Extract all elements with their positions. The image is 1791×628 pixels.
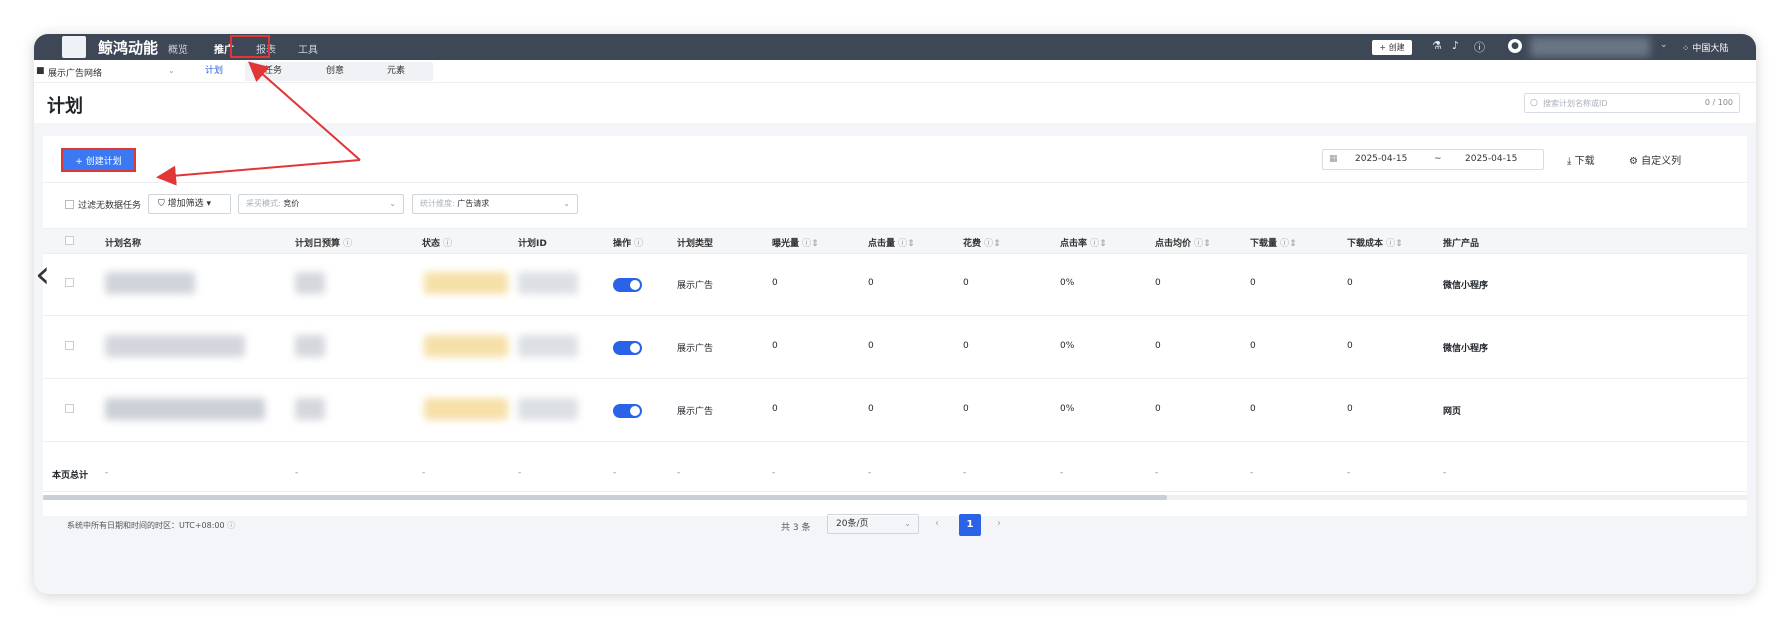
annotation-arrow-line [247, 61, 361, 161]
annotation-highlight-nav [230, 35, 270, 58]
annotation-arrows [156, 61, 361, 186]
annotation-arrow-line [156, 159, 361, 186]
